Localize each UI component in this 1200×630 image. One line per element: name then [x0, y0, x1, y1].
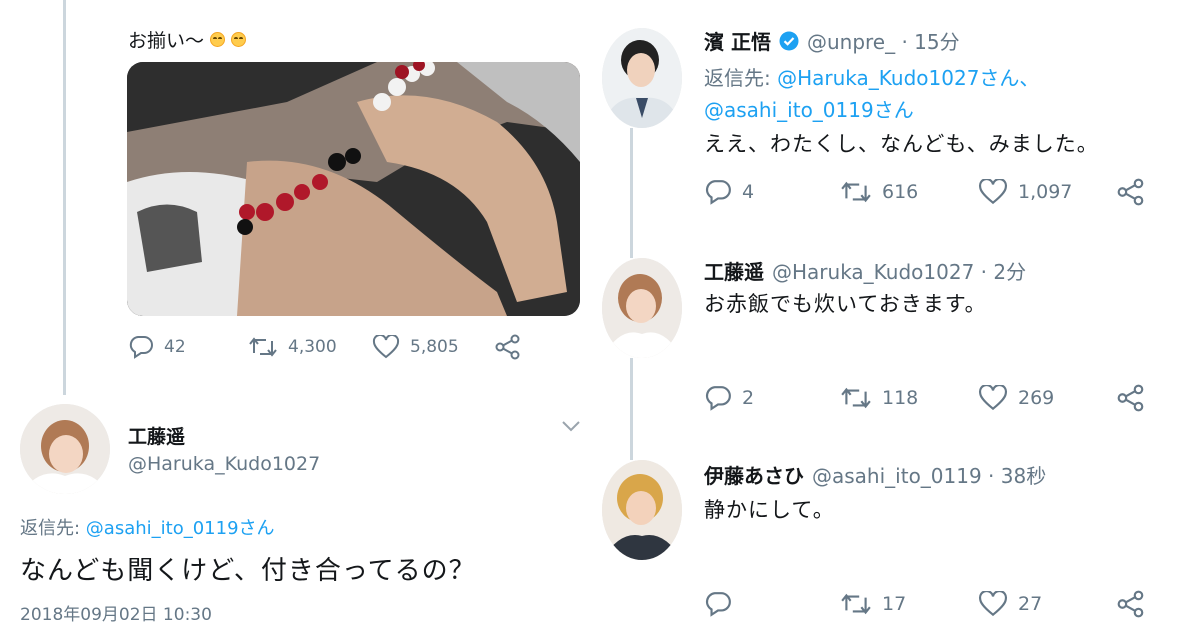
display-name[interactable]: 伊藤あさひ	[704, 460, 804, 489]
like-button[interactable]: 5,805	[372, 335, 494, 359]
share-icon	[495, 334, 520, 360]
mention-link[interactable]: @Haruka_Kudo1027さん、	[777, 66, 1039, 90]
right-screenshot-panel: 濱 正悟 @unpre_ · 15分 返信先: @Haruka_Kudo1027…	[602, 0, 1200, 630]
retweet-icon	[249, 337, 277, 357]
reply-button[interactable]: 4	[704, 179, 840, 205]
handle-and-time[interactable]: @Haruka_Kudo1027 · 2分	[772, 256, 1026, 285]
more-menu-button[interactable]	[560, 418, 582, 438]
tweet-text: お揃い〜	[128, 26, 247, 53]
tweet-actions: 17 27	[704, 590, 1146, 618]
heart-icon	[979, 179, 1007, 205]
handle-and-time[interactable]: @asahi_ito_0119 · 38秒	[812, 460, 1046, 489]
retweet-button[interactable]: 17	[840, 591, 978, 617]
heart-icon	[372, 335, 400, 359]
verified-badge-icon	[779, 31, 799, 50]
avatar[interactable]	[602, 460, 682, 560]
reply-to-line: 返信先: @asahi_ito_0119さん	[20, 518, 275, 539]
tweet-header: 濱 正悟 @unpre_ · 15分	[704, 26, 960, 55]
reply-button[interactable]: 42	[128, 335, 248, 359]
retweet-button[interactable]: 118	[840, 385, 978, 411]
retweet-icon	[841, 181, 871, 203]
retweet-icon	[841, 387, 871, 409]
left-screenshot-panel: お揃い〜 42 4,300 5,805 工藤遥 @Haruka_Kudo1027…	[0, 0, 598, 630]
reply-icon	[705, 592, 731, 617]
share-button[interactable]	[494, 334, 522, 360]
smiling-face-icon	[210, 32, 226, 47]
tweet-text: なんども聞くけど、付き合ってるの？	[20, 556, 476, 586]
share-icon	[1117, 590, 1144, 618]
retweet-button[interactable]: 616	[840, 179, 978, 205]
mention-link[interactable]: @asahi_ito_0119さん	[86, 518, 275, 539]
tweet-actions: 4 616 1,097	[704, 178, 1146, 206]
like-button[interactable]: 27	[978, 591, 1116, 617]
avatar[interactable]	[20, 404, 110, 494]
avatar-image	[602, 460, 682, 560]
smiling-face-icon	[231, 32, 247, 47]
share-button[interactable]	[1116, 178, 1146, 206]
thread-line	[630, 128, 633, 258]
share-button[interactable]	[1116, 590, 1146, 618]
share-button[interactable]	[1116, 384, 1146, 412]
mention-link[interactable]: @asahi_ito_0119さん	[704, 94, 914, 123]
display-name[interactable]: 濱 正悟	[704, 26, 771, 55]
bracelet-photo-image	[127, 62, 580, 316]
thread-line	[63, 0, 66, 395]
tweet-header: 工藤遥 @Haruka_Kudo1027 · 2分	[704, 256, 1026, 285]
avatar[interactable]	[602, 258, 682, 358]
tweet-text: ええ、わたくし、なんども、みました。	[704, 132, 1099, 156]
reply-button[interactable]	[704, 591, 840, 617]
like-button[interactable]: 1,097	[978, 179, 1116, 205]
retweet-button[interactable]: 4,300	[248, 335, 372, 359]
avatar-image	[20, 404, 110, 494]
avatar-image	[602, 258, 682, 358]
tweet-timestamp[interactable]: 2018年09月02日 10:30	[20, 600, 212, 625]
tweet-photo[interactable]	[127, 62, 580, 316]
thread-line	[630, 358, 633, 460]
tweet-text: 静かにして。	[704, 498, 835, 522]
tweet-actions: 42 4,300 5,805	[128, 334, 522, 360]
retweet-icon	[841, 593, 871, 615]
reply-icon	[705, 386, 731, 411]
avatar-image	[602, 28, 682, 128]
display-name[interactable]: 工藤遥	[128, 422, 185, 449]
tweet-text: お赤飯でも炊いておきます。	[704, 292, 987, 316]
display-name[interactable]: 工藤遥	[704, 256, 764, 285]
reply-icon	[129, 336, 153, 359]
like-button[interactable]: 269	[978, 385, 1116, 411]
share-icon	[1117, 384, 1144, 412]
tweet-actions: 2 118 269	[704, 384, 1146, 412]
share-icon	[1117, 178, 1144, 206]
user-handle[interactable]: @Haruka_Kudo1027	[128, 453, 320, 475]
tweet-header: 伊藤あさひ @asahi_ito_0119 · 38秒	[704, 460, 1046, 489]
reply-button[interactable]: 2	[704, 385, 840, 411]
handle-and-time[interactable]: @unpre_ · 15分	[807, 26, 960, 55]
heart-icon	[979, 385, 1007, 411]
avatar[interactable]	[602, 28, 682, 128]
heart-icon	[979, 591, 1007, 617]
reply-to-line: 返信先: @Haruka_Kudo1027さん、	[704, 66, 1040, 90]
chevron-down-icon	[562, 421, 580, 432]
reply-icon	[705, 180, 731, 205]
